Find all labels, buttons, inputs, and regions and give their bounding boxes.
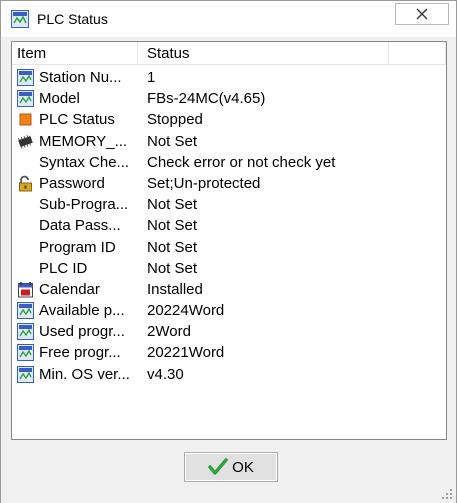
- app-icon: [17, 302, 34, 320]
- item-status: Stopped: [147, 111, 203, 129]
- app-icon: [17, 344, 34, 362]
- list-item[interactable]: Calendar Installed: [12, 279, 446, 300]
- list-item[interactable]: Sub-Progra... Not Set: [12, 194, 446, 215]
- item-name: Data Pass...: [39, 217, 121, 235]
- checkmark-icon: [208, 458, 228, 475]
- status-list[interactable]: Item Status Station Nu... 1 Model FBs-24MC(…: [11, 41, 447, 440]
- item-name: MEMORY_...: [39, 132, 128, 150]
- item-status: Installed: [147, 280, 203, 298]
- list-item[interactable]: Syntax Che... Check error or not check ye…: [12, 152, 446, 173]
- column-header-item[interactable]: Item: [12, 42, 138, 65]
- item-status: 20221Word: [147, 344, 225, 362]
- list-item[interactable]: Program ID Not Set: [12, 237, 446, 258]
- title-bar[interactable]: PLC Status: [1, 1, 456, 37]
- item-status: 20224Word: [147, 302, 225, 320]
- window-title: PLC Status: [37, 11, 108, 27]
- close-button[interactable]: [395, 3, 449, 25]
- ok-button-label: OK: [232, 458, 254, 476]
- item-name: PLC Status: [39, 111, 115, 129]
- button-bar: OK: [1, 441, 456, 503]
- item-status: Not Set: [147, 238, 198, 256]
- item-status: 2Word: [147, 323, 191, 341]
- item-status: Check error or not check yet: [147, 153, 336, 171]
- item-status: Not Set: [147, 196, 198, 214]
- app-icon: [17, 365, 34, 383]
- item-status: Set;Un-protected: [147, 174, 261, 192]
- item-status: Not Set: [147, 132, 198, 150]
- list-item[interactable]: Data Pass... Not Set: [12, 215, 446, 236]
- app-icon: [17, 323, 34, 341]
- list-item[interactable]: Password Set;Un-protected: [12, 173, 446, 194]
- item-name: Calendar: [39, 280, 100, 298]
- app-icon: [11, 10, 29, 28]
- item-name: Password: [39, 174, 105, 192]
- item-status: Not Set: [147, 259, 198, 277]
- resize-grip-icon[interactable]: [441, 488, 453, 500]
- list-header: Item Status: [12, 42, 446, 65]
- calendar-icon: [17, 281, 34, 298]
- memory-chip-icon: [17, 133, 34, 150]
- stop-square-icon: [17, 111, 34, 128]
- item-name: Available p...: [39, 302, 125, 320]
- plc-status-dialog: PLC Status Item Status Station Nu... 1 Mod…: [0, 0, 457, 503]
- app-icon: [17, 69, 34, 86]
- item-name: Station Nu...: [39, 69, 122, 86]
- item-status: FBs-24MC(v4.65): [147, 90, 266, 108]
- item-name: Free progr...: [39, 344, 121, 362]
- item-name: Program ID: [39, 238, 116, 256]
- list-item[interactable]: Available p... 20224Word: [12, 300, 446, 321]
- item-name: Model: [39, 90, 80, 108]
- list-item[interactable]: Free progr... 20221Word: [12, 342, 446, 363]
- list-item[interactable]: Min. OS ver... v4.30: [12, 364, 446, 385]
- list-item[interactable]: PLC ID Not Set: [12, 258, 446, 279]
- list-item[interactable]: Used progr... 2Word: [12, 321, 446, 342]
- ok-button[interactable]: OK: [184, 452, 278, 482]
- list-item[interactable]: Model FBs-24MC(v4.65): [12, 88, 446, 109]
- list-item[interactable]: MEMORY_... Not Set: [12, 131, 446, 152]
- app-icon: [17, 90, 34, 108]
- item-status: v4.30: [147, 365, 184, 383]
- column-header-empty: [389, 42, 446, 65]
- item-name: PLC ID: [39, 259, 88, 277]
- item-status: Not Set: [147, 217, 198, 235]
- status-rows: Station Nu... 1 Model FBs-24MC(v4.65) PLC St…: [12, 67, 446, 385]
- close-icon: [416, 8, 428, 20]
- item-name: Syntax Che...: [39, 153, 130, 171]
- item-name: Used progr...: [39, 323, 125, 341]
- item-status: 1: [147, 69, 156, 86]
- column-header-status[interactable]: Status: [138, 42, 389, 65]
- list-item[interactable]: PLC Status Stopped: [12, 109, 446, 130]
- item-name: Sub-Progra...: [39, 196, 129, 214]
- item-name: Min. OS ver...: [39, 365, 130, 383]
- padlock-open-icon: [17, 175, 34, 192]
- list-item[interactable]: Station Nu... 1: [12, 67, 446, 88]
